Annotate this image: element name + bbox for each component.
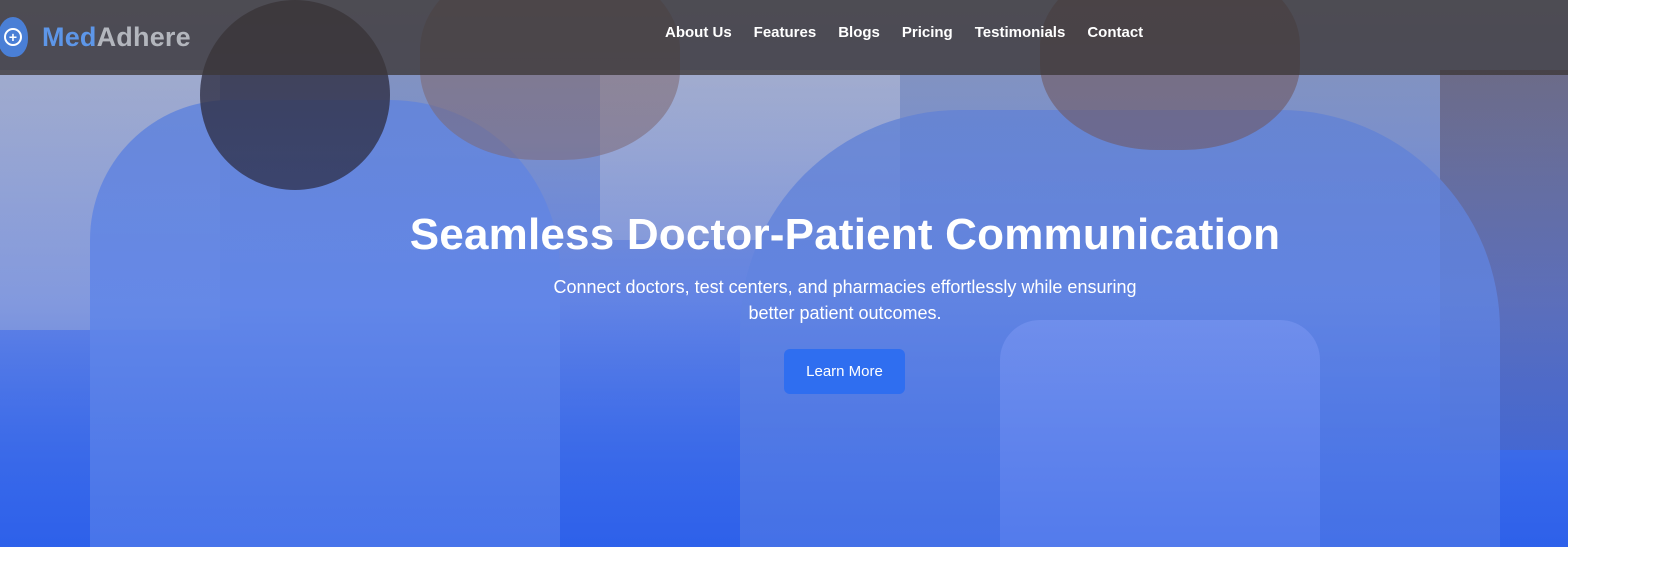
hero-subtitle-line2: better patient outcomes.: [748, 303, 942, 323]
nav-blogs[interactable]: Blogs: [838, 24, 880, 41]
brand-logo[interactable]: + MedAdhere: [0, 14, 191, 60]
nav-about-us[interactable]: About Us: [665, 24, 732, 41]
nav-pricing[interactable]: Pricing: [902, 24, 953, 41]
brand-name: MedAdhere: [42, 22, 191, 53]
learn-more-button[interactable]: Learn More: [784, 349, 905, 394]
hero-title: Seamless Doctor-Patient Communication: [409, 210, 1281, 259]
medical-cross-icon: +: [0, 17, 28, 57]
hero-content: Seamless Doctor-Patient Communication Co…: [0, 0, 1568, 547]
nav-contact[interactable]: Contact: [1087, 24, 1143, 41]
nav-testimonials[interactable]: Testimonials: [975, 24, 1066, 41]
main-nav: About Us Features Blogs Pricing Testimon…: [665, 24, 1165, 41]
hero-section: + MedAdhere About Us Features Blogs Pric…: [0, 0, 1568, 547]
brand-name-part2: Adhere: [96, 21, 191, 52]
brand-name-part1: Med: [42, 21, 97, 52]
top-navbar: + MedAdhere About Us Features Blogs Pric…: [0, 0, 1568, 75]
nav-features[interactable]: Features: [754, 24, 817, 41]
hero-subtitle-line1: Connect doctors, test centers, and pharm…: [553, 277, 1137, 297]
hero-subtitle: Connect doctors, test centers, and pharm…: [0, 274, 1568, 326]
